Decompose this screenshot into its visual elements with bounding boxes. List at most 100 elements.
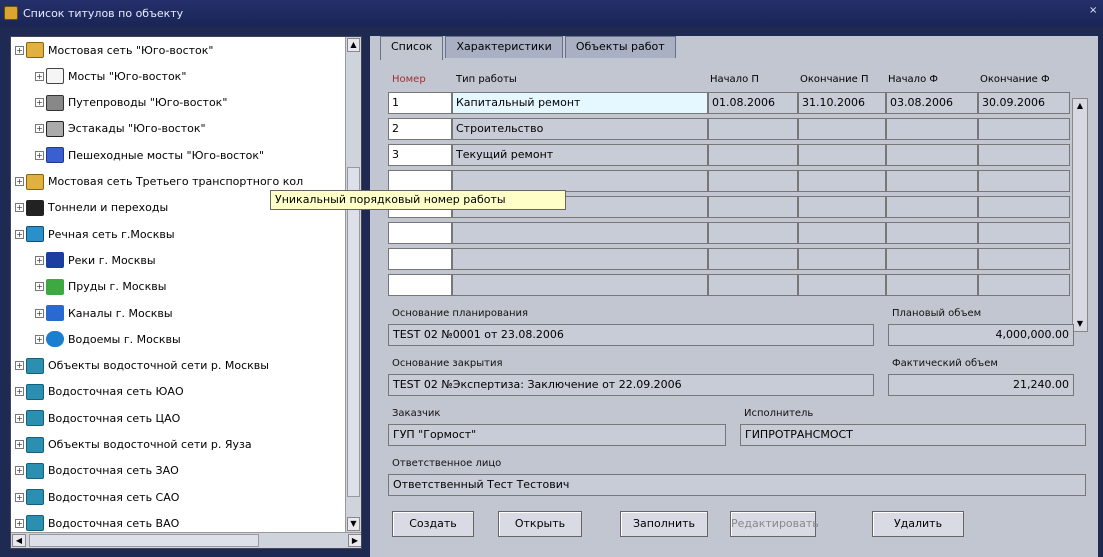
open-button[interactable]: Открыть (498, 511, 582, 537)
number-cell[interactable]: 2 (388, 118, 452, 140)
start-plan-cell[interactable] (708, 222, 798, 244)
expand-icon[interactable]: + (15, 440, 24, 449)
planned-volume-field[interactable]: 4,000,000.00 (888, 324, 1074, 346)
tree-node[interactable]: + Каналы г. Москвы (35, 302, 173, 324)
tree-node[interactable]: + Речная сеть г.Москвы (15, 223, 175, 245)
tree-node[interactable]: + Водосточная сеть ЦАО (15, 407, 180, 429)
expand-icon[interactable]: + (35, 308, 44, 318)
expand-icon[interactable]: + (15, 518, 24, 528)
work-type-cell[interactable] (452, 170, 708, 192)
tree-node[interactable]: + Тоннели и переходы (15, 197, 168, 219)
tree-node[interactable]: + Пешеходные мосты "Юго-восток" (35, 144, 264, 166)
tab-work-objects[interactable]: Объекты работ (564, 36, 676, 58)
number-cell[interactable]: 1 (388, 92, 452, 114)
end-plan-cell[interactable] (798, 118, 886, 140)
tab-list[interactable]: Список (380, 36, 444, 60)
tree-node[interactable]: + Пруды г. Москвы (35, 276, 166, 298)
tree-node[interactable]: + Водосточная сеть ЗАО (15, 460, 179, 482)
number-cell[interactable] (388, 248, 452, 270)
tree-horizontal-scrollbar[interactable]: ◀ ▶ (11, 532, 361, 548)
close-icon[interactable]: × (1089, 5, 1101, 19)
tree-node[interactable]: + Реки г. Москвы (35, 249, 156, 271)
responsible-field[interactable]: Ответственный Тест Тестович (388, 474, 1086, 496)
number-cell[interactable] (388, 222, 452, 244)
start-plan-cell[interactable] (708, 274, 798, 296)
start-plan-cell[interactable]: 01.08.2006 (708, 92, 798, 114)
scroll-up-icon[interactable]: ▲ (347, 38, 360, 52)
start-fact-cell[interactable] (886, 222, 978, 244)
number-cell[interactable]: 3 (388, 144, 452, 166)
expand-icon[interactable]: + (15, 387, 24, 397)
expand-icon[interactable]: + (35, 255, 44, 265)
start-plan-cell[interactable] (708, 118, 798, 140)
start-fact-cell[interactable] (886, 274, 978, 296)
end-plan-cell[interactable] (798, 222, 886, 244)
grid-scroll-up-icon[interactable]: ▲ (1074, 100, 1086, 112)
grid-vertical-scrollbar[interactable]: ▲ ▼ (1072, 98, 1088, 332)
expand-icon[interactable]: + (15, 413, 24, 423)
tree-node[interactable]: + Мостовая сеть Третьего транспортного ко… (15, 171, 303, 193)
create-button[interactable]: Создать (392, 511, 474, 537)
expand-icon[interactable]: + (35, 334, 44, 344)
tree-node[interactable]: + Мостовая сеть "Юго-восток" (15, 39, 213, 61)
start-plan-cell[interactable] (708, 196, 798, 218)
tree-node[interactable]: + Мосты "Юго-восток" (35, 65, 186, 87)
scroll-down-icon[interactable]: ▼ (347, 517, 360, 531)
end-plan-cell[interactable] (798, 248, 886, 270)
tree-node[interactable]: + Водосточная сеть ЮАО (15, 381, 184, 403)
tree-node[interactable]: + Эстакады "Юго-восток" (35, 118, 206, 140)
end-plan-cell[interactable]: 31.10.2006 (798, 92, 886, 114)
start-fact-cell[interactable] (886, 170, 978, 192)
grid-scroll-down-icon[interactable]: ▼ (1074, 318, 1086, 330)
scroll-right-icon[interactable]: ▶ (348, 534, 361, 547)
start-fact-cell[interactable] (886, 118, 978, 140)
work-type-cell[interactable]: Строительство (452, 118, 708, 140)
expand-icon[interactable]: + (15, 466, 24, 476)
fill-button[interactable]: Заполнить (620, 511, 708, 537)
end-fact-cell[interactable] (978, 170, 1070, 192)
scroll-thumb[interactable] (347, 167, 360, 497)
work-type-cell[interactable] (452, 222, 708, 244)
end-fact-cell[interactable]: 30.09.2006 (978, 92, 1070, 114)
end-fact-cell[interactable] (978, 248, 1070, 270)
start-plan-cell[interactable] (708, 144, 798, 166)
tree-node[interactable]: + Объекты водосточной сети р. Москвы (15, 355, 269, 377)
actual-volume-field[interactable]: 21,240.00 (888, 374, 1074, 396)
expand-icon[interactable]: + (35, 282, 44, 292)
start-fact-cell[interactable] (886, 144, 978, 166)
tree-vertical-scrollbar[interactable]: ▲ ▼ (345, 37, 361, 532)
expand-icon[interactable]: + (35, 150, 44, 160)
end-plan-cell[interactable] (798, 196, 886, 218)
work-type-cell[interactable] (452, 274, 708, 296)
start-fact-cell[interactable] (886, 248, 978, 270)
expand-icon[interactable]: + (15, 229, 24, 239)
start-plan-cell[interactable] (708, 248, 798, 270)
tree-node[interactable]: + Путепроводы "Юго-восток" (35, 92, 227, 114)
contractor-field[interactable]: ГИПРОТРАНСМОСТ (740, 424, 1086, 446)
start-fact-cell[interactable] (886, 196, 978, 218)
customer-field[interactable]: ГУП "Гормост" (388, 424, 726, 446)
work-type-cell[interactable] (452, 248, 708, 270)
expand-icon[interactable]: + (15, 361, 24, 371)
scroll-left-icon[interactable]: ◀ (12, 534, 26, 547)
tree-node[interactable]: + Водосточная сеть САО (15, 486, 179, 508)
expand-icon[interactable]: + (35, 124, 44, 134)
start-plan-cell[interactable] (708, 170, 798, 192)
expand-icon[interactable]: + (35, 71, 44, 81)
work-type-cell[interactable]: Капитальный ремонт (452, 92, 708, 114)
expand-icon[interactable]: + (15, 203, 24, 213)
end-fact-cell[interactable] (978, 274, 1070, 296)
delete-button[interactable]: Удалить (872, 511, 964, 537)
end-plan-cell[interactable] (798, 274, 886, 296)
tree-node[interactable]: + Объекты водосточной сети р. Яуза (15, 434, 252, 456)
end-fact-cell[interactable] (978, 196, 1070, 218)
expand-icon[interactable]: + (35, 98, 44, 108)
tab-characteristics[interactable]: Характеристики (445, 36, 563, 58)
hscroll-thumb[interactable] (29, 534, 259, 547)
closing-basis-field[interactable]: TEST 02 №Экспертиза: Заключение от 22.09… (388, 374, 874, 396)
work-type-cell[interactable]: Текущий ремонт (452, 144, 708, 166)
end-plan-cell[interactable] (798, 170, 886, 192)
end-plan-cell[interactable] (798, 144, 886, 166)
expand-icon[interactable]: + (15, 45, 24, 55)
number-cell[interactable] (388, 274, 452, 296)
